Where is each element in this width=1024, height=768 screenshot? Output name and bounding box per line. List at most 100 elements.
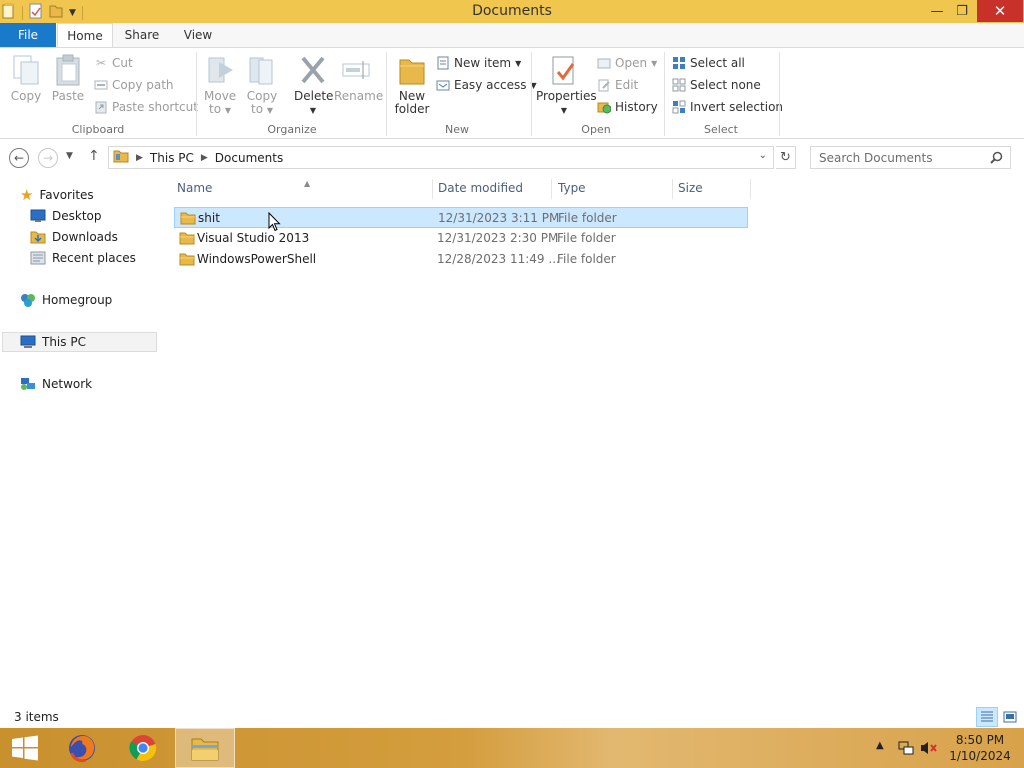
tab-file[interactable]: File: [0, 23, 56, 47]
select-all-icon: [673, 57, 685, 69]
nav-network-label: Network: [42, 377, 93, 391]
nav-item-this-pc[interactable]: This PC: [20, 332, 86, 352]
select-all-label: Select all: [690, 56, 745, 70]
select-none-button[interactable]: Select none: [672, 75, 761, 95]
nav-item-favorites[interactable]: ★ Favorites: [20, 185, 94, 205]
volume-muted-icon[interactable]: [920, 740, 938, 759]
file-date-modified: 12/31/2023 3:11 PM: [438, 211, 560, 225]
cut-button[interactable]: ✂ Cut: [94, 53, 133, 73]
column-divider[interactable]: [432, 179, 433, 199]
star-icon: ★: [20, 186, 34, 204]
rename-button[interactable]: Rename: [334, 54, 383, 103]
show-hidden-icons-icon[interactable]: ▲: [876, 740, 884, 751]
taskbar-chrome[interactable]: [113, 728, 173, 768]
details-view-button[interactable]: [976, 707, 998, 727]
move-to-label-1: Move: [204, 89, 237, 103]
nav-item-downloads[interactable]: Downloads: [30, 227, 118, 247]
paste-shortcut-icon: [95, 101, 107, 114]
history-icon: [597, 102, 611, 114]
column-divider[interactable]: [551, 179, 552, 199]
nav-item-desktop[interactable]: Desktop: [30, 206, 102, 226]
select-all-button[interactable]: Select all: [672, 53, 745, 73]
clipboard-group-label: Clipboard: [71, 123, 125, 136]
navigation-bar: ← → ▼ ↑ ▶ This PC ▶ Documents ⌄ ↻: [0, 140, 1024, 175]
column-divider[interactable]: [672, 179, 673, 199]
copy-path-button[interactable]: Copy path: [94, 75, 174, 95]
address-history-dropdown-icon[interactable]: ⌄: [759, 150, 767, 161]
table-row[interactable]: shit 12/31/2023 3:11 PM File folder: [174, 207, 748, 228]
desktop-icon: [30, 209, 46, 222]
restore-icon: ❐: [956, 3, 968, 19]
table-row[interactable]: Visual Studio 2013 12/31/2023 2:30 PM Fi…: [174, 228, 748, 249]
group-separator: [386, 52, 387, 136]
search-input[interactable]: [810, 146, 1011, 169]
paste-button[interactable]: Paste: [50, 54, 86, 103]
file-list: Name ▲ Date modified Type Size shit 12/3…: [170, 175, 1024, 705]
copy-button[interactable]: Copy: [8, 54, 44, 103]
move-to-button[interactable]: Move to ▼: [204, 54, 236, 117]
recent-places-icon: [30, 251, 46, 265]
taskbar-clock[interactable]: 8:50 PM 1/10/2024: [940, 732, 1020, 764]
edit-button[interactable]: Edit: [597, 75, 638, 95]
breadcrumb-documents[interactable]: Documents: [215, 151, 283, 165]
delete-button[interactable]: Delete ▼: [294, 54, 333, 117]
open-button[interactable]: Open ▼: [597, 53, 657, 73]
column-header-size[interactable]: Size: [678, 181, 703, 199]
network-tray-icon[interactable]: [898, 740, 914, 759]
column-header-date-modified[interactable]: Date modified: [438, 181, 523, 199]
window-title: Documents: [472, 3, 552, 19]
address-bar[interactable]: ▶ This PC ▶ Documents ⌄: [108, 146, 774, 169]
table-row[interactable]: WindowsPowerShell 12/28/2023 11:49 ... F…: [174, 249, 748, 270]
paste-label: Paste: [51, 89, 85, 103]
tab-home[interactable]: Home: [57, 23, 113, 48]
computer-icon: [20, 335, 36, 348]
close-button[interactable]: ✕: [977, 0, 1023, 22]
nav-homegroup-label: Homegroup: [42, 293, 113, 307]
minimize-button[interactable]: —: [926, 0, 948, 22]
forward-button[interactable]: →: [38, 148, 58, 168]
navigation-pane: ★ Favorites Desktop Downloads Recent pla…: [0, 175, 158, 705]
folder-icon: [179, 253, 195, 266]
tab-view[interactable]: View: [176, 23, 220, 47]
column-date-label: Date modified: [438, 181, 524, 195]
file-name: shit: [198, 211, 220, 225]
tab-share[interactable]: Share: [118, 23, 166, 47]
taskbar-file-explorer[interactable]: [175, 728, 235, 768]
search-icon[interactable]: [990, 151, 1003, 164]
group-separator: [779, 52, 780, 136]
large-icons-view-button[interactable]: [999, 707, 1021, 727]
easy-access-button[interactable]: Easy access ▼: [436, 75, 537, 95]
column-size-label: Size: [678, 181, 703, 195]
column-divider[interactable]: [750, 179, 751, 199]
recent-locations-dropdown-icon[interactable]: ▼: [66, 151, 73, 161]
network-icon: [21, 378, 35, 390]
copy-to-button[interactable]: Copy to ▼: [246, 54, 278, 117]
file-type: File folder: [557, 252, 616, 266]
column-header-type[interactable]: Type: [558, 181, 586, 199]
taskbar-firefox[interactable]: [52, 728, 112, 768]
select-none-label: Select none: [690, 78, 761, 92]
breadcrumb-this-pc[interactable]: This PC: [150, 151, 194, 165]
nav-item-homegroup[interactable]: Homegroup: [20, 290, 112, 310]
ribbon: Copy Paste ✂ Cut Copy path Paste shortcu…: [0, 47, 1024, 139]
cut-label: Cut: [112, 56, 133, 70]
move-to-icon: [208, 57, 233, 83]
new-folder-button[interactable]: New folder: [392, 54, 432, 116]
nav-item-network[interactable]: Network: [20, 374, 92, 394]
history-button[interactable]: History: [597, 97, 658, 117]
up-arrow-icon[interactable]: ↑: [88, 148, 100, 164]
refresh-button[interactable]: ↻: [776, 146, 796, 169]
column-header-name[interactable]: Name ▲: [177, 179, 432, 199]
breadcrumb-chevron-icon[interactable]: ▶: [136, 153, 143, 163]
back-button[interactable]: ←: [9, 148, 29, 168]
breadcrumb-chevron-icon[interactable]: ▶: [201, 153, 208, 163]
paste-shortcut-label: Paste shortcut: [112, 100, 198, 114]
restore-button[interactable]: ❐: [951, 0, 973, 22]
properties-button[interactable]: Properties ▼: [536, 54, 597, 117]
new-item-button[interactable]: New item ▼: [436, 53, 521, 73]
start-button[interactable]: [0, 728, 50, 768]
invert-selection-button[interactable]: Invert selection: [672, 97, 783, 117]
nav-item-recent-places[interactable]: Recent places: [30, 248, 136, 268]
paste-shortcut-button[interactable]: Paste shortcut: [94, 97, 198, 117]
open-group-label: Open: [581, 123, 611, 136]
